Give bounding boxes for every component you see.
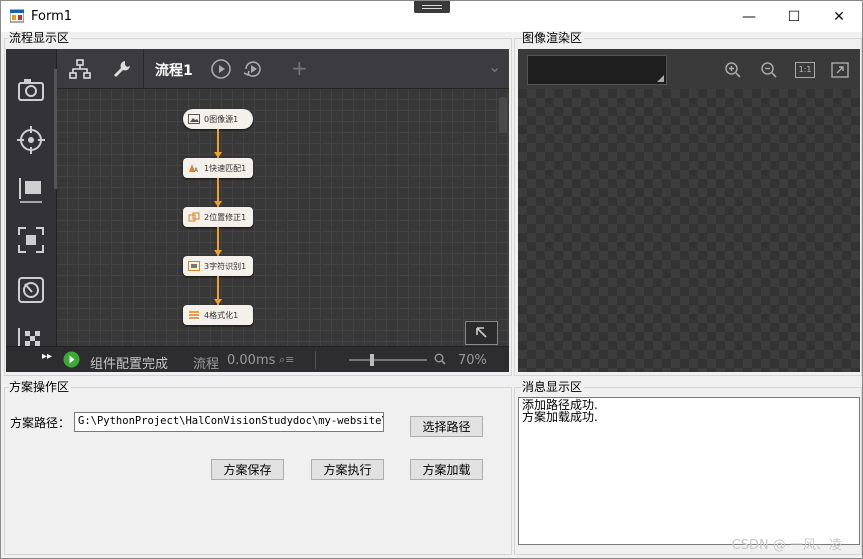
- render-toolbar: 1:1: [518, 49, 860, 89]
- flow-tree-icon[interactable]: [69, 58, 91, 80]
- scheme-path-field[interactable]: G:\PythonProject\HalConVisionStudydoc\my…: [74, 412, 384, 432]
- message-line: 方案加载成功.: [522, 410, 598, 424]
- tool-sidebar: [6, 49, 57, 356]
- minimize-button[interactable]: —: [726, 1, 772, 32]
- flow-group-label: 流程显示区: [9, 31, 72, 45]
- watermark: CSDN @ 一风、凌: [731, 538, 842, 553]
- flow-node-label: 2位置修正1: [204, 212, 247, 222]
- fit-view-button[interactable]: [465, 321, 498, 345]
- flow-node[interactable]: A 1快速匹配1: [183, 158, 253, 178]
- zoom-percent: 70%: [458, 353, 487, 368]
- arrow-up-left-icon: [476, 327, 487, 338]
- image-source-select[interactable]: [527, 55, 667, 85]
- app-icon: [10, 9, 24, 23]
- flow-node[interactable]: 4格式化1: [183, 305, 253, 325]
- flow-node-label: 1快速匹配1: [204, 163, 247, 173]
- flow-node[interactable]: 3字符识别1: [183, 256, 253, 276]
- flow-node-label: 4格式化1: [204, 310, 239, 320]
- image-canvas[interactable]: [518, 89, 860, 372]
- close-button[interactable]: ✕: [816, 1, 862, 32]
- camera-icon[interactable]: [16, 75, 46, 105]
- run-scheme-button[interactable]: 方案执行: [311, 459, 384, 480]
- flow-status-bar: ▸▸ 组件配置完成 流程 0.00ms ⌕≡ 70%: [6, 346, 509, 372]
- save-scheme-button[interactable]: 方案保存: [211, 459, 284, 480]
- flow-time-label: 流程: [193, 357, 220, 372]
- flow-node-label: 3字符识别1: [204, 261, 247, 271]
- roi-icon[interactable]: [16, 225, 46, 255]
- wrench-icon[interactable]: [111, 58, 133, 80]
- status-message: 组件配置完成: [90, 357, 169, 372]
- flow-editor: 流程1 + ⌄ 0图像源1 A 1快速匹配1 2位置修正1 3字符识别1 4格式…: [6, 49, 509, 372]
- zoom-search-icon: [434, 353, 446, 365]
- maximize-button[interactable]: ☐: [771, 1, 817, 32]
- title-bar[interactable]: Form1 — ☐ ✕: [1, 1, 862, 32]
- tab-flow1[interactable]: 流程1: [155, 60, 193, 80]
- flow-node[interactable]: 0图像源1: [183, 109, 253, 129]
- chevron-down-icon[interactable]: ⌄: [488, 57, 501, 76]
- zoom-slider[interactable]: [349, 354, 427, 366]
- position-fix-icon: [188, 212, 200, 222]
- message-group-label: 消息显示区: [522, 380, 585, 394]
- svg-text:A: A: [194, 167, 199, 173]
- format-icon: [189, 311, 199, 319]
- run-once-icon[interactable]: [210, 58, 232, 80]
- flow-node[interactable]: 2位置修正1: [183, 207, 253, 227]
- zoom-slider-thumb[interactable]: [370, 354, 375, 366]
- main-window: Form1 — ☐ ✕ 流程显示区 流程1 + ⌄ 0图像源1 A 1快速匹配1…: [0, 0, 863, 559]
- log-icon[interactable]: ⌕≡: [279, 353, 294, 367]
- zoom-in-icon[interactable]: [724, 61, 742, 79]
- flow-node-label: 0图像源1: [204, 114, 239, 124]
- window-title: Form1: [31, 9, 73, 24]
- render-group-label: 图像渲染区: [522, 31, 585, 45]
- add-flow-icon[interactable]: +: [291, 56, 308, 80]
- zoom-out-icon[interactable]: [760, 61, 778, 79]
- scheme-path-label: 方案路径：: [10, 416, 71, 430]
- choose-path-button[interactable]: 选择路径: [410, 416, 483, 437]
- load-scheme-button[interactable]: 方案加载: [410, 459, 483, 480]
- canvas-vertical-scrollbar[interactable]: [499, 97, 507, 133]
- run-loop-icon[interactable]: [242, 58, 264, 80]
- calibration-icon[interactable]: [16, 275, 46, 305]
- status-divider: [315, 351, 316, 369]
- measure-icon[interactable]: [16, 175, 46, 205]
- target-icon[interactable]: [16, 125, 46, 155]
- ocr-icon: [188, 261, 200, 271]
- fast-match-icon: A: [189, 164, 199, 173]
- drag-handle[interactable]: [414, 1, 450, 13]
- fit-window-icon[interactable]: [831, 61, 849, 79]
- status-ok-icon: [63, 351, 80, 368]
- scheme-group-label: 方案操作区: [9, 380, 72, 394]
- image-render-view: 1:1: [518, 49, 860, 372]
- dropdown-corner-icon: [657, 75, 664, 82]
- actual-size-button[interactable]: 1:1: [795, 62, 815, 78]
- expand-sidebar-icon[interactable]: ▸▸: [42, 351, 52, 362]
- image-source-icon: [188, 114, 200, 124]
- flow-time-value: 0.00ms: [227, 353, 276, 368]
- toolbar-divider: [143, 49, 144, 89]
- flow-toolbar: 流程1 + ⌄: [57, 49, 509, 89]
- flow-canvas[interactable]: 0图像源1 A 1快速匹配1 2位置修正1 3字符识别1 4格式化1: [57, 89, 509, 356]
- message-log[interactable]: 添加路径成功. 方案加载成功.: [518, 397, 860, 545]
